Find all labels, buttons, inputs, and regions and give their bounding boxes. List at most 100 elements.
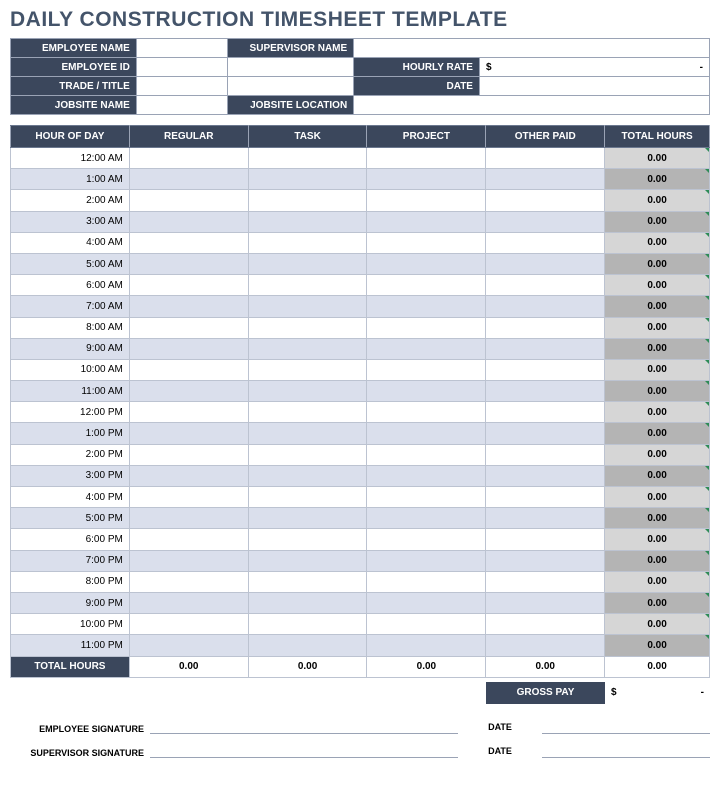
project-cell[interactable] bbox=[367, 423, 486, 444]
regular-cell[interactable] bbox=[129, 508, 248, 529]
project-cell[interactable] bbox=[367, 444, 486, 465]
regular-cell[interactable] bbox=[129, 359, 248, 380]
project-cell[interactable] bbox=[367, 169, 486, 190]
jobsite-name-field[interactable] bbox=[136, 96, 228, 115]
jobsite-location-field[interactable] bbox=[354, 96, 710, 115]
regular-cell[interactable] bbox=[129, 253, 248, 274]
project-cell[interactable] bbox=[367, 529, 486, 550]
date-field[interactable] bbox=[479, 77, 709, 96]
supervisor-signature-line[interactable] bbox=[150, 742, 458, 758]
regular-cell[interactable] bbox=[129, 465, 248, 486]
employee-date-line[interactable] bbox=[542, 718, 710, 734]
task-cell[interactable] bbox=[248, 338, 367, 359]
project-cell[interactable] bbox=[367, 614, 486, 635]
other-cell[interactable] bbox=[486, 359, 605, 380]
project-cell[interactable] bbox=[367, 402, 486, 423]
other-cell[interactable] bbox=[486, 211, 605, 232]
other-cell[interactable] bbox=[486, 190, 605, 211]
project-cell[interactable] bbox=[367, 508, 486, 529]
project-cell[interactable] bbox=[367, 381, 486, 402]
regular-cell[interactable] bbox=[129, 190, 248, 211]
other-cell[interactable] bbox=[486, 571, 605, 592]
other-cell[interactable] bbox=[486, 296, 605, 317]
regular-cell[interactable] bbox=[129, 232, 248, 253]
other-cell[interactable] bbox=[486, 635, 605, 656]
other-cell[interactable] bbox=[486, 465, 605, 486]
other-cell[interactable] bbox=[486, 148, 605, 169]
other-cell[interactable] bbox=[486, 508, 605, 529]
other-cell[interactable] bbox=[486, 444, 605, 465]
other-cell[interactable] bbox=[486, 253, 605, 274]
task-cell[interactable] bbox=[248, 423, 367, 444]
task-cell[interactable] bbox=[248, 232, 367, 253]
other-cell[interactable] bbox=[486, 592, 605, 613]
project-cell[interactable] bbox=[367, 148, 486, 169]
project-cell[interactable] bbox=[367, 296, 486, 317]
task-cell[interactable] bbox=[248, 571, 367, 592]
other-cell[interactable] bbox=[486, 550, 605, 571]
task-cell[interactable] bbox=[248, 296, 367, 317]
task-cell[interactable] bbox=[248, 211, 367, 232]
task-cell[interactable] bbox=[248, 529, 367, 550]
project-cell[interactable] bbox=[367, 359, 486, 380]
other-cell[interactable] bbox=[486, 614, 605, 635]
employee-name-field[interactable] bbox=[136, 39, 228, 58]
other-cell[interactable] bbox=[486, 529, 605, 550]
task-cell[interactable] bbox=[248, 592, 367, 613]
task-cell[interactable] bbox=[248, 190, 367, 211]
task-cell[interactable] bbox=[248, 487, 367, 508]
task-cell[interactable] bbox=[248, 635, 367, 656]
project-cell[interactable] bbox=[367, 592, 486, 613]
task-cell[interactable] bbox=[248, 275, 367, 296]
regular-cell[interactable] bbox=[129, 211, 248, 232]
employee-signature-line[interactable] bbox=[150, 718, 458, 734]
other-cell[interactable] bbox=[486, 487, 605, 508]
regular-cell[interactable] bbox=[129, 402, 248, 423]
task-cell[interactable] bbox=[248, 359, 367, 380]
project-cell[interactable] bbox=[367, 487, 486, 508]
other-cell[interactable] bbox=[486, 338, 605, 359]
regular-cell[interactable] bbox=[129, 296, 248, 317]
regular-cell[interactable] bbox=[129, 275, 248, 296]
project-cell[interactable] bbox=[367, 211, 486, 232]
other-cell[interactable] bbox=[486, 423, 605, 444]
task-cell[interactable] bbox=[248, 444, 367, 465]
project-cell[interactable] bbox=[367, 190, 486, 211]
project-cell[interactable] bbox=[367, 232, 486, 253]
regular-cell[interactable] bbox=[129, 635, 248, 656]
regular-cell[interactable] bbox=[129, 381, 248, 402]
task-cell[interactable] bbox=[248, 550, 367, 571]
regular-cell[interactable] bbox=[129, 169, 248, 190]
hourly-rate-field[interactable]: $- bbox=[479, 58, 709, 77]
task-cell[interactable] bbox=[248, 508, 367, 529]
task-cell[interactable] bbox=[248, 614, 367, 635]
task-cell[interactable] bbox=[248, 317, 367, 338]
project-cell[interactable] bbox=[367, 571, 486, 592]
project-cell[interactable] bbox=[367, 550, 486, 571]
other-cell[interactable] bbox=[486, 232, 605, 253]
trade-title-field[interactable] bbox=[136, 77, 228, 96]
project-cell[interactable] bbox=[367, 465, 486, 486]
project-cell[interactable] bbox=[367, 253, 486, 274]
other-cell[interactable] bbox=[486, 275, 605, 296]
supervisor-date-line[interactable] bbox=[542, 742, 710, 758]
other-cell[interactable] bbox=[486, 317, 605, 338]
regular-cell[interactable] bbox=[129, 444, 248, 465]
task-cell[interactable] bbox=[248, 253, 367, 274]
employee-id-field[interactable] bbox=[136, 58, 228, 77]
regular-cell[interactable] bbox=[129, 614, 248, 635]
task-cell[interactable] bbox=[248, 169, 367, 190]
regular-cell[interactable] bbox=[129, 550, 248, 571]
regular-cell[interactable] bbox=[129, 592, 248, 613]
project-cell[interactable] bbox=[367, 635, 486, 656]
regular-cell[interactable] bbox=[129, 338, 248, 359]
project-cell[interactable] bbox=[367, 317, 486, 338]
other-cell[interactable] bbox=[486, 381, 605, 402]
task-cell[interactable] bbox=[248, 381, 367, 402]
other-cell[interactable] bbox=[486, 169, 605, 190]
regular-cell[interactable] bbox=[129, 148, 248, 169]
regular-cell[interactable] bbox=[129, 571, 248, 592]
task-cell[interactable] bbox=[248, 148, 367, 169]
project-cell[interactable] bbox=[367, 275, 486, 296]
regular-cell[interactable] bbox=[129, 423, 248, 444]
